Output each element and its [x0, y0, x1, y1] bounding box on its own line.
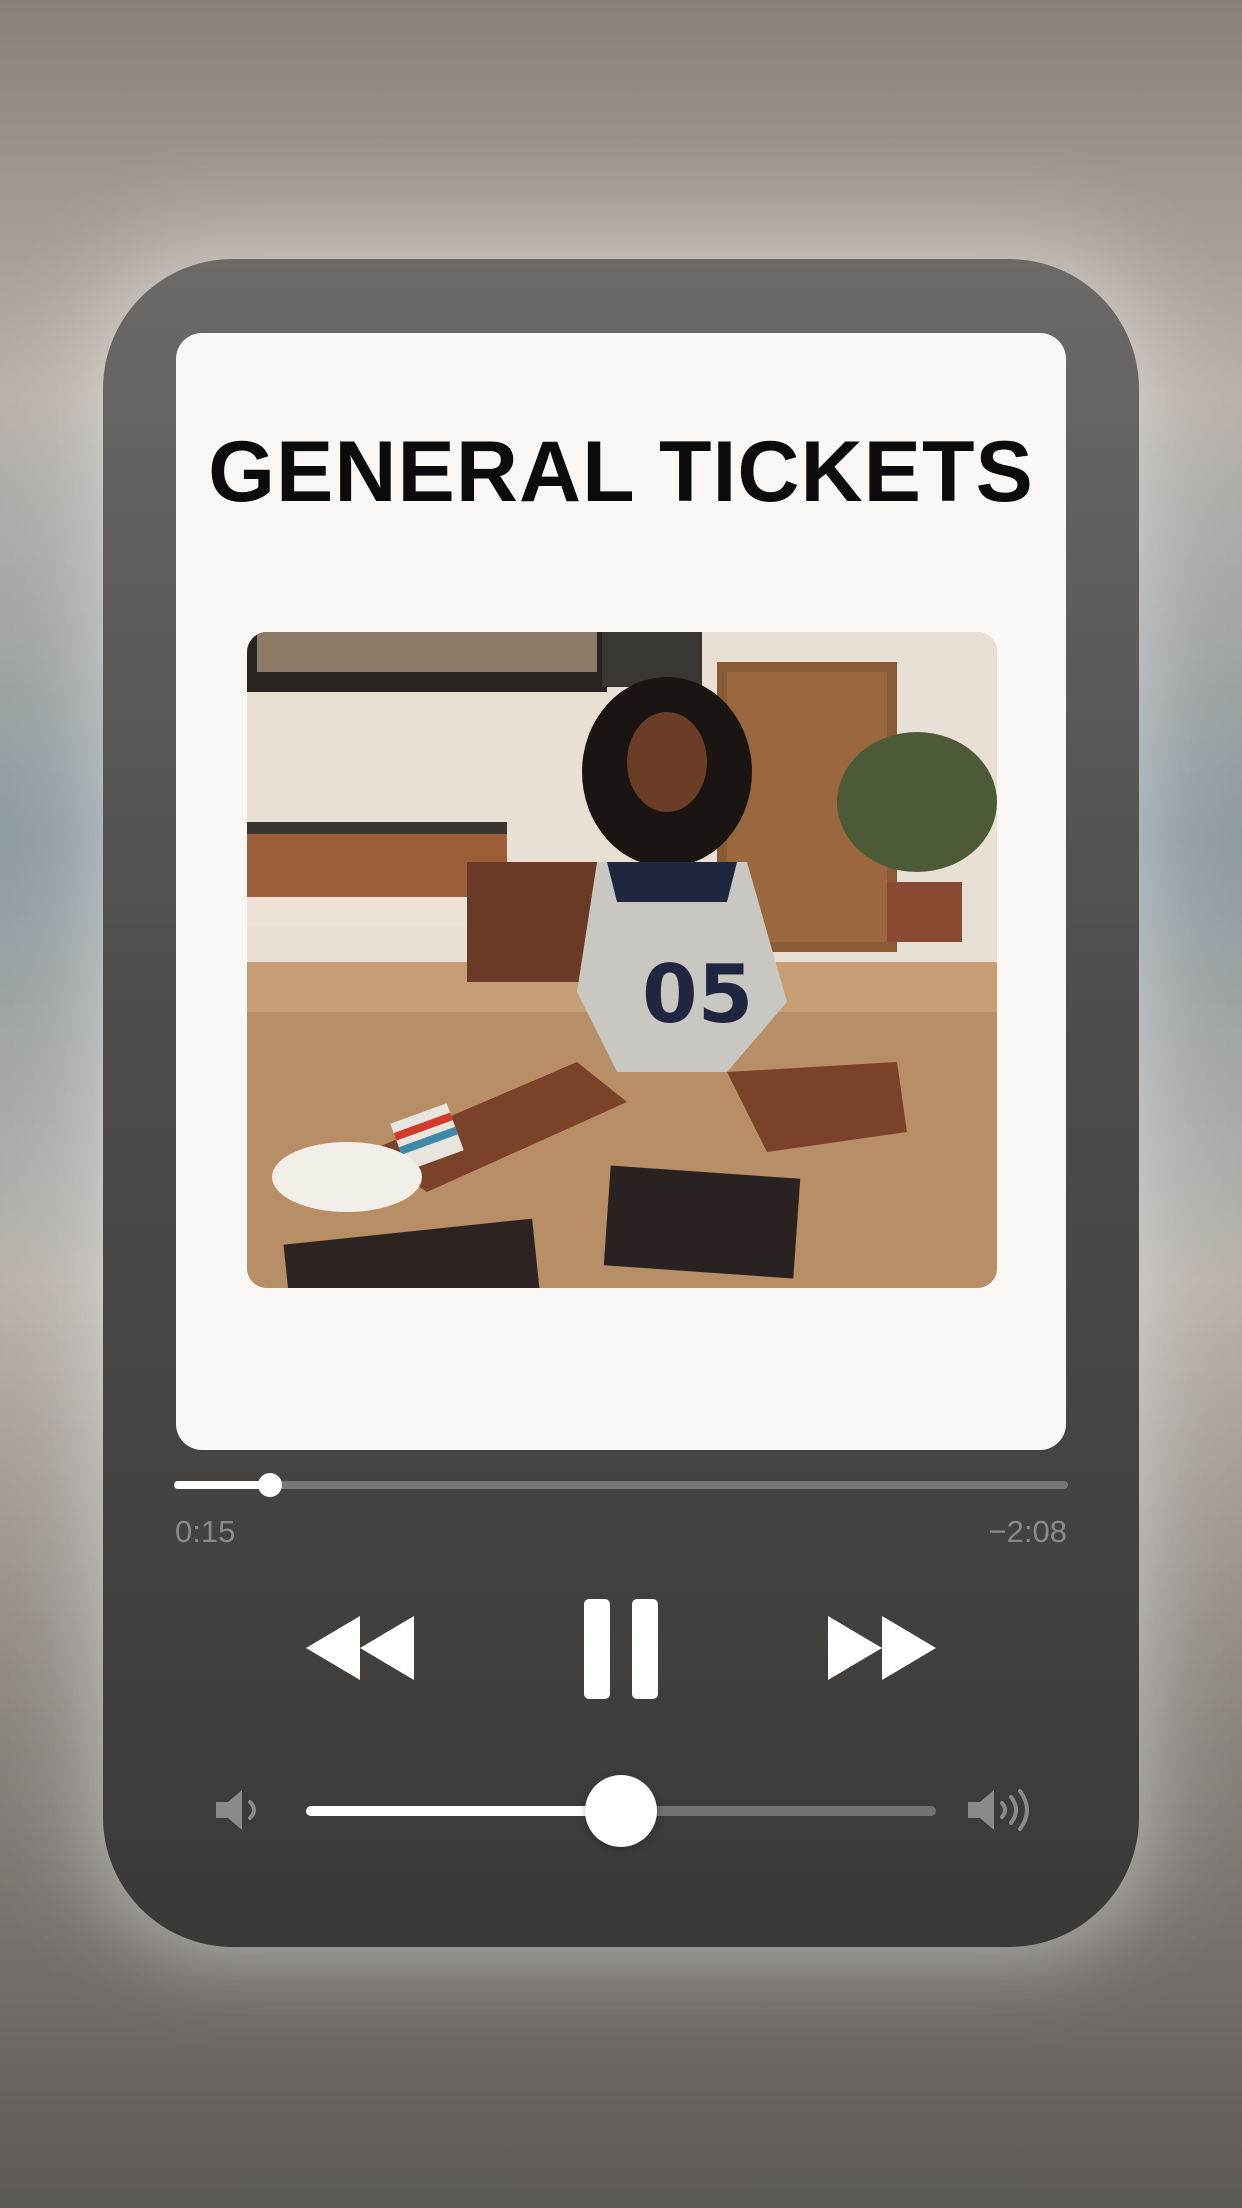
remaining-time: −2:08: [988, 1514, 1067, 1549]
rewind-button[interactable]: [306, 1616, 414, 1680]
fast-forward-icon: [828, 1616, 936, 1680]
volume-low-button[interactable]: [214, 1786, 266, 1834]
volume-fill: [306, 1806, 621, 1816]
scrubber-handle[interactable]: [257, 1473, 282, 1497]
pause-icon: [584, 1599, 658, 1699]
fast-forward-button[interactable]: [828, 1616, 936, 1680]
volume-handle[interactable]: [585, 1775, 657, 1847]
headline: GENERAL TICKETS: [208, 424, 1034, 520]
album-photo: 05: [247, 632, 997, 1288]
progress-fill: [174, 1481, 270, 1489]
speaker-high-icon: [968, 1789, 1029, 1831]
pause-button[interactable]: [584, 1599, 658, 1699]
speaker-low-icon: [216, 1790, 256, 1830]
volume-high-button[interactable]: [966, 1786, 1038, 1834]
elapsed-time: 0:15: [175, 1514, 236, 1549]
rewind-icon: [306, 1616, 414, 1680]
artwork-card: GENERAL TICKETS 05: [176, 333, 1066, 1450]
playback-progress-bar[interactable]: [174, 1473, 1068, 1497]
volume-slider[interactable]: [306, 1775, 936, 1847]
svg-text:05: 05: [642, 948, 753, 1041]
